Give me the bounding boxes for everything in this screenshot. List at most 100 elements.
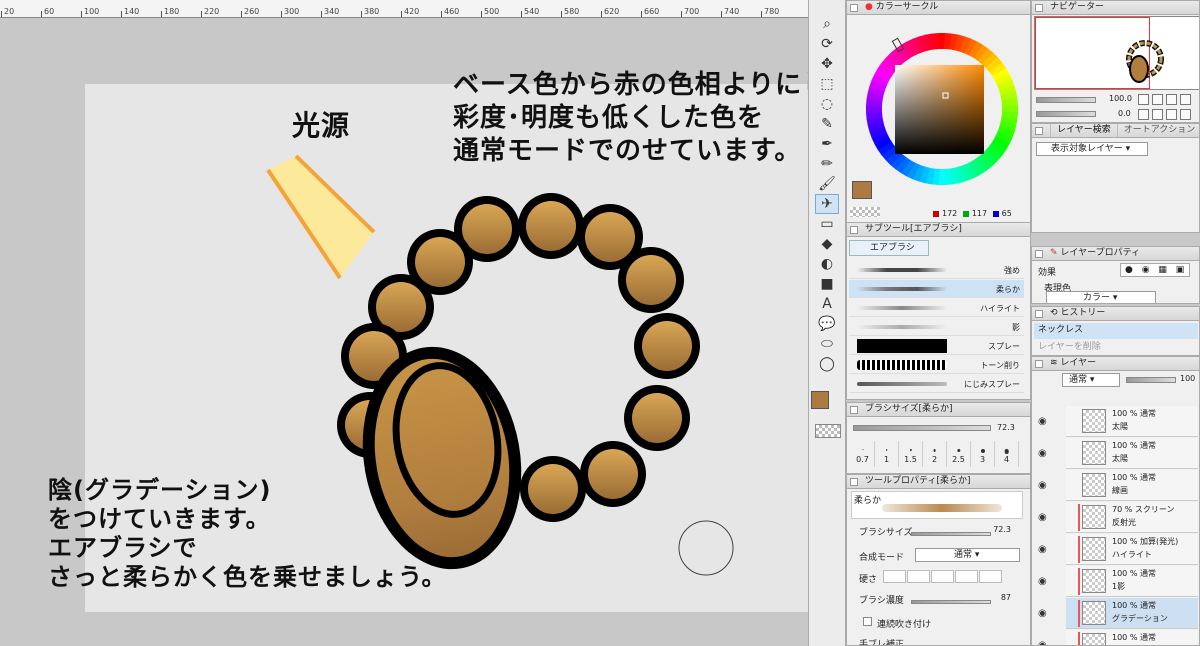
hardness-cell[interactable] — [907, 570, 930, 583]
actual-size-button[interactable] — [1180, 94, 1191, 105]
history-item[interactable]: レイヤーを削除 — [1034, 340, 1198, 355]
brush-size-prop-slider[interactable] — [911, 532, 991, 536]
layer-row[interactable]: ◉ 100 % 通常 グラデーション — [1038, 598, 1198, 629]
transparent-swatch[interactable] — [850, 207, 880, 217]
panel-grip-icon[interactable] — [1035, 4, 1043, 12]
figure-icon[interactable]: ◯ — [815, 354, 839, 374]
hardness-cell[interactable] — [955, 570, 978, 583]
horizontal-ruler: 20 60 100 140 180 220 260 300 340 380 420 460 500 540… — [0, 0, 808, 18]
rotation-slider[interactable] — [1036, 111, 1096, 117]
panel-grip-icon[interactable] — [1035, 127, 1043, 135]
transparent-color-swatch[interactable] — [815, 424, 841, 438]
move-icon[interactable]: ✥ — [815, 54, 839, 74]
eye-icon[interactable]: ◉ — [1038, 544, 1047, 555]
eye-icon[interactable]: ◉ — [1038, 480, 1047, 491]
brush-item[interactable]: 強め — [849, 261, 1024, 279]
effect-buttons[interactable]: ● ◉ ▦ ▣ — [1120, 263, 1190, 277]
fit-view-button[interactable] — [1166, 94, 1177, 105]
pen-icon[interactable]: ✒ — [815, 134, 839, 154]
panel-grip-icon[interactable] — [850, 406, 858, 414]
fill-icon[interactable]: ◆ — [815, 234, 839, 254]
panel-grip-icon[interactable] — [1035, 310, 1043, 318]
blend-mode-dropdown[interactable]: 通常 ▾ — [915, 548, 1020, 562]
layer-thumbnail — [1082, 441, 1106, 465]
zoom-icon[interactable]: ⌕ — [815, 14, 839, 34]
layer-blend-dropdown[interactable]: 通常 ▾ — [1062, 373, 1120, 387]
brush-size-slider[interactable] — [853, 425, 991, 431]
rotate-left-button[interactable] — [1138, 109, 1149, 120]
brush-icon[interactable]: 🖌 — [815, 174, 839, 194]
lasso-icon[interactable]: ◌ — [815, 94, 839, 114]
navigator-panel: ナビゲーター 100.0 0.0 — [1031, 0, 1200, 123]
brush-item[interactable]: ハイライト — [849, 299, 1024, 317]
eye-icon[interactable]: ◉ — [1038, 448, 1047, 459]
panel-grip-icon[interactable] — [850, 226, 858, 234]
panel-grip-icon[interactable] — [1035, 250, 1043, 258]
density-slider[interactable] — [911, 600, 991, 604]
airbrush-icon[interactable]: ✈ — [815, 194, 839, 214]
panel-grip-icon[interactable] — [850, 4, 858, 12]
color-panel-header[interactable]: ● カラーサークル — [847, 1, 1030, 15]
rotate-icon[interactable]: ⟳ — [815, 34, 839, 54]
zoom-out-button[interactable] — [1138, 94, 1149, 105]
brush-size-preset[interactable]: 1.5 — [899, 441, 923, 467]
brush-size-preset[interactable]: 3 — [971, 441, 995, 467]
layer-row[interactable]: ◉ 100 % 通常 太陽 — [1038, 438, 1198, 469]
eye-icon[interactable]: ◉ — [1038, 576, 1047, 587]
panel-grip-icon[interactable] — [1035, 360, 1043, 368]
ruler-icon[interactable]: ⬭ — [815, 334, 839, 354]
eye-icon[interactable]: ◉ — [1038, 608, 1047, 619]
zoom-in-button[interactable] — [1152, 94, 1163, 105]
brush-size-preset[interactable]: 4 — [995, 441, 1019, 467]
search-target-dropdown[interactable]: 表示対象レイヤー ▾ — [1036, 142, 1148, 156]
layer-row[interactable]: ◉ 100 % 通常 太陽 — [1038, 406, 1198, 437]
brush-size-preset[interactable]: 2 — [923, 441, 947, 467]
history-item[interactable]: ネックレス — [1034, 323, 1198, 339]
navigator-header[interactable]: ナビゲーター — [1032, 1, 1199, 15]
gradient-icon[interactable]: ■ — [815, 274, 839, 294]
color-wheel[interactable] — [865, 27, 1020, 187]
layer-opacity-slider[interactable] — [1126, 377, 1176, 383]
text-icon[interactable]: A — [815, 294, 839, 314]
layer-row[interactable]: ◉ 100 % 通常 線画 — [1038, 470, 1198, 501]
tab-auto-action[interactable]: オートアクション — [1116, 124, 1199, 137]
brush-size-preset[interactable]: 1 — [875, 441, 899, 467]
layer-row[interactable]: ◉ 100 % 通常 1影 — [1038, 566, 1198, 597]
navigator-preview[interactable] — [1034, 16, 1199, 90]
reset-rotation-button[interactable] — [1166, 109, 1177, 120]
select-icon[interactable]: ⬚ — [815, 74, 839, 94]
hardness-cell[interactable] — [883, 570, 906, 583]
panel-grip-icon[interactable] — [850, 478, 858, 486]
brush-item[interactable]: トーン削り — [849, 356, 1024, 374]
blend-icon[interactable]: ◐ — [815, 254, 839, 274]
subtool-group-tab[interactable]: エアブラシ — [849, 240, 929, 256]
eyedropper-icon[interactable]: ✎ — [815, 114, 839, 134]
rotate-right-button[interactable] — [1152, 109, 1163, 120]
ruler-tick — [241, 11, 242, 17]
eye-icon[interactable]: ◉ — [1038, 416, 1047, 427]
hardness-cell[interactable] — [979, 570, 1002, 583]
brush-item[interactable]: にじみスプレー — [849, 375, 1024, 393]
brush-size-preset[interactable]: 2.5 — [947, 441, 971, 467]
pencil-icon[interactable]: ✏ — [815, 154, 839, 174]
eye-icon[interactable]: ◉ — [1038, 512, 1047, 523]
foreground-color-swatch[interactable] — [811, 391, 829, 409]
brush-name: 影 — [1012, 323, 1020, 332]
continuous-checkbox[interactable] — [863, 617, 872, 626]
balloon-icon[interactable]: 💬 — [815, 314, 839, 334]
tab-layer-search[interactable]: レイヤー検索 — [1050, 124, 1117, 137]
brush-item[interactable]: 影 — [849, 318, 1024, 336]
eraser-icon[interactable]: ▭ — [815, 214, 839, 234]
main-color-swatch[interactable] — [852, 181, 872, 199]
eye-icon[interactable]: ◉ — [1038, 640, 1047, 645]
layer-row[interactable]: ◉ 100 % 加算(発光) ハイライト — [1038, 534, 1198, 565]
layer-row[interactable]: ◉100 % 通常ベース色 — [1038, 630, 1198, 645]
flip-horizontal-button[interactable] — [1180, 109, 1191, 120]
zoom-slider[interactable] — [1036, 97, 1096, 103]
brush-item[interactable]: スプレー — [849, 337, 1024, 355]
expression-color-dropdown[interactable]: カラー ▾ — [1046, 291, 1156, 303]
brush-item[interactable]: 柔らか — [849, 280, 1024, 298]
layer-row[interactable]: ◉ 70 % スクリーン 反射光 — [1038, 502, 1198, 533]
brush-size-preset[interactable]: 0.7 — [851, 441, 875, 467]
hardness-cell[interactable] — [931, 570, 954, 583]
